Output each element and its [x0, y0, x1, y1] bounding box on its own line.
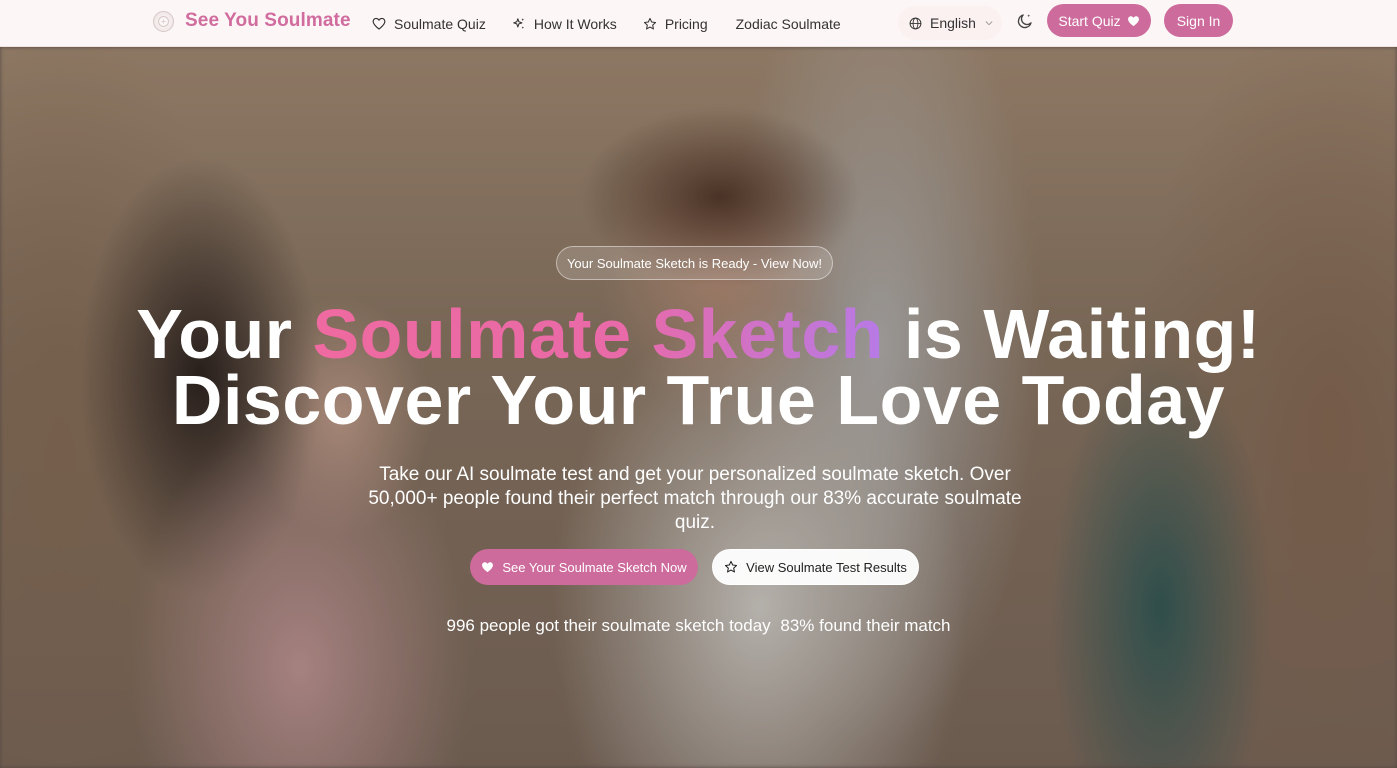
- hero-subtitle: Take our AI soulmate test and get your p…: [368, 464, 1022, 533]
- stats-match: 83% found their match: [780, 616, 951, 635]
- start-quiz-label: Start Quiz: [1058, 12, 1121, 29]
- see-sketch-button[interactable]: See Your Soulmate Sketch Now: [470, 549, 698, 585]
- sign-in-label: Sign In: [1176, 12, 1221, 29]
- sparkles-icon: [513, 17, 525, 29]
- nav-label: Zodiac Soulmate: [735, 15, 841, 32]
- star-outline-icon: [643, 17, 656, 29]
- nav-label: Soulmate Quiz: [394, 15, 486, 32]
- main-nav: Soulmate Quiz How It Works Pricing Zodia…: [372, 0, 867, 47]
- language-label: English: [930, 15, 976, 31]
- moon-icon: [1017, 14, 1032, 29]
- nav-zodiac-soulmate[interactable]: Zodiac Soulmate: [736, 16, 841, 32]
- stats-today: 996 people got their soulmate sketch tod…: [446, 616, 771, 635]
- top-navigation-bar: See You Soulmate Soulmate Quiz How It Wo…: [0, 0, 1397, 47]
- nav-label: How It Works: [533, 15, 617, 32]
- sign-in-button[interactable]: Sign In: [1164, 4, 1233, 37]
- headline-line-2: Discover Your True Love Today: [171, 361, 1226, 439]
- view-results-label: View Soulmate Test Results: [746, 559, 907, 575]
- nav-how-it-works[interactable]: How It Works: [512, 16, 617, 32]
- hero-section: Your Soulmate Sketch is Ready - View Now…: [0, 47, 1397, 768]
- brand-logo-icon: [153, 10, 174, 32]
- headline-line-1: Your Soulmate Sketch is Waiting!: [0, 299, 1397, 369]
- brand-home-link[interactable]: See You Soulmate: [153, 10, 351, 32]
- heart-icon: [482, 562, 494, 573]
- hero-stats: 996 people got their soulmate sketch tod…: [0, 616, 1397, 636]
- nav-label: Pricing: [664, 15, 708, 32]
- nav-soulmate-quiz[interactable]: Soulmate Quiz: [372, 16, 486, 32]
- nav-pricing[interactable]: Pricing: [643, 16, 708, 32]
- sketch-ready-badge[interactable]: Your Soulmate Sketch is Ready - View Now…: [556, 246, 833, 280]
- globe-icon: [909, 17, 922, 29]
- heart-icon: [1127, 15, 1139, 26]
- see-sketch-label: See Your Soulmate Sketch Now: [502, 559, 687, 575]
- brand-name: See You Soulmate: [185, 10, 351, 31]
- badge-label: Your Soulmate Sketch is Ready - View Now…: [566, 255, 823, 271]
- dark-mode-toggle[interactable]: [1014, 10, 1036, 32]
- view-results-button[interactable]: View Soulmate Test Results: [712, 549, 919, 585]
- start-quiz-button[interactable]: Start Quiz: [1047, 4, 1151, 37]
- hero-headline: Your Soulmate Sketch is Waiting! Discove…: [0, 299, 1397, 439]
- chevron-down-icon: [985, 21, 993, 26]
- heart-outline-icon: [372, 17, 386, 30]
- star-outline-icon: [725, 560, 738, 573]
- language-selector[interactable]: English: [898, 6, 1002, 40]
